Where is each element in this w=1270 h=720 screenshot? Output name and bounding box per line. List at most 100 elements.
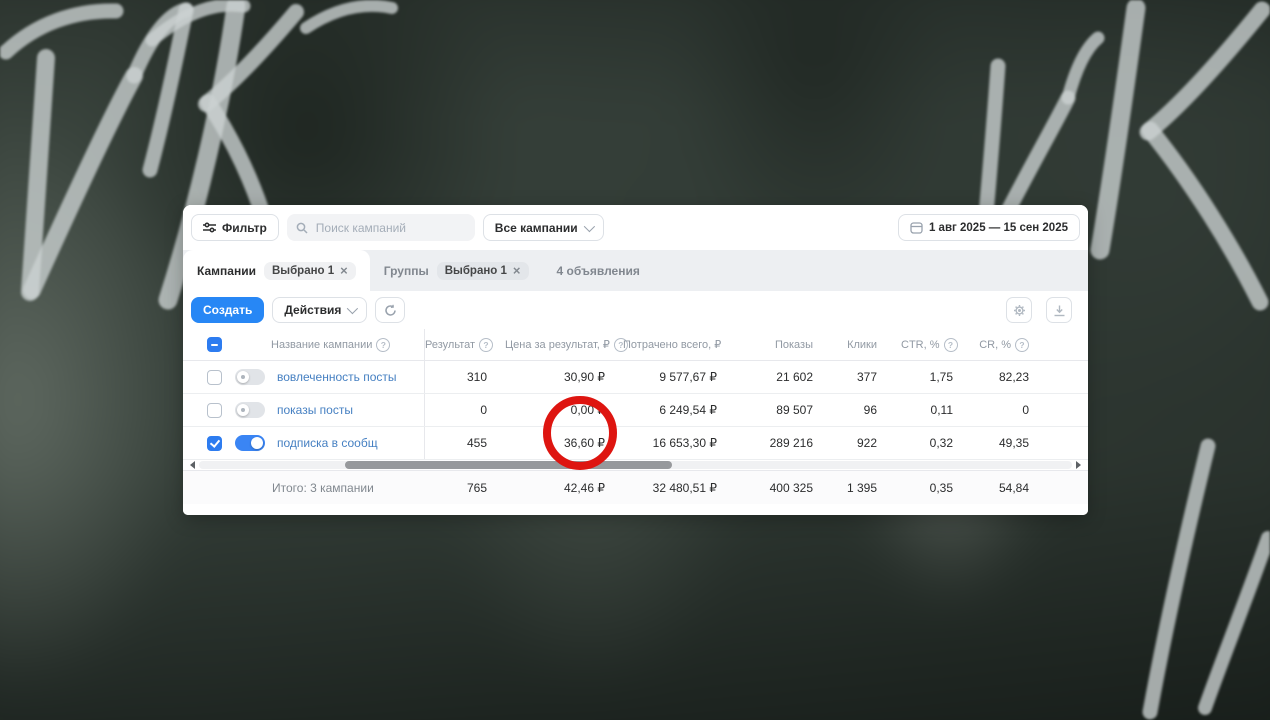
header-cell-ctr[interactable]: CTR, % ? xyxy=(901,338,977,352)
calendar-icon xyxy=(910,221,923,234)
header-cell-clicks[interactable]: Клики xyxy=(831,339,901,351)
entity-tabs: Кампании Выбрано 1 × Группы Выбрано 1 × … xyxy=(183,250,1088,291)
cell-spent: 16 653,30 ₽ xyxy=(623,436,735,450)
tab-campaigns-label: Кампании xyxy=(197,264,256,278)
cell-spent: 6 249,54 ₽ xyxy=(623,403,735,417)
selection-count-label: Выбрано 1 xyxy=(445,265,507,277)
column-header-label: Потрачено всего, ₽ xyxy=(623,339,721,351)
cell-cost-per-result: 0,00 ₽ xyxy=(505,403,623,417)
create-button-label: Создать xyxy=(203,303,252,317)
table-settings-button[interactable] xyxy=(1006,297,1032,323)
search-field[interactable] xyxy=(287,214,475,241)
help-icon[interactable]: ? xyxy=(944,338,958,352)
cell-ctr: 0,32 xyxy=(901,436,977,450)
totals-cr: 54,84 xyxy=(977,481,1059,495)
tab-campaigns[interactable]: Кампании Выбрано 1 × xyxy=(183,250,370,291)
filter-button-label: Фильтр xyxy=(222,221,267,235)
chevron-down-icon xyxy=(347,303,358,314)
scroll-right-arrow-icon[interactable] xyxy=(1076,461,1081,469)
totals-clicks: 1 395 xyxy=(831,481,901,495)
cell-cr: 0 xyxy=(977,403,1059,417)
campaign-status-toggle[interactable] xyxy=(235,402,265,418)
header-cell-cr[interactable]: CR, % ? xyxy=(977,338,1059,352)
cell-cost-per-result: 36,60 ₽ xyxy=(505,436,623,450)
export-download-button[interactable] xyxy=(1046,297,1072,323)
vk-ads-campaigns-panel: Фильтр Все кампании xyxy=(183,205,1088,515)
campaign-name-link[interactable]: подписка в сообщ xyxy=(277,436,378,450)
campaign-status-toggle[interactable] xyxy=(235,369,265,385)
remove-selection-icon[interactable]: × xyxy=(340,266,348,276)
column-header-label: CTR, % xyxy=(901,339,940,351)
help-icon[interactable]: ? xyxy=(479,338,493,352)
header-cell-impressions[interactable]: Показы xyxy=(735,339,831,351)
column-header-label: Результат xyxy=(425,339,475,351)
search-input[interactable] xyxy=(314,220,466,236)
campaign-scope-dropdown[interactable]: Все кампании xyxy=(483,214,604,241)
filter-bar: Фильтр Все кампании xyxy=(183,205,1088,250)
totals-label: Итого: 3 кампании xyxy=(272,481,374,495)
table-row: вовлеченность посты 310 30,90 ₽ 9 577,67… xyxy=(183,361,1088,394)
header-cell-name: Название кампании ? xyxy=(183,329,425,360)
create-button[interactable]: Создать xyxy=(191,297,264,323)
cell-cr: 49,35 xyxy=(977,436,1059,450)
date-range-button[interactable]: 1 авг 2025 — 15 сен 2025 xyxy=(898,214,1080,241)
row-checkbox[interactable] xyxy=(207,436,222,451)
table-header-row: Название кампании ? Результат ? Цена за … xyxy=(183,329,1088,361)
gear-icon xyxy=(1013,304,1026,317)
cell-spent: 9 577,67 ₽ xyxy=(623,370,735,384)
header-cell-cost-per-result[interactable]: Цена за результат, ₽ ? xyxy=(505,338,623,352)
panel-bottom-padding xyxy=(183,504,1088,515)
cell-impressions: 21 602 xyxy=(735,370,831,384)
column-header-label: Цена за результат, ₽ xyxy=(505,338,610,351)
actions-dropdown[interactable]: Действия xyxy=(272,297,367,323)
campaign-status-toggle[interactable] xyxy=(235,435,265,451)
actions-dropdown-label: Действия xyxy=(284,303,341,317)
search-icon xyxy=(296,222,308,234)
scrollbar-thumb[interactable] xyxy=(345,461,672,469)
filter-sliders-icon xyxy=(203,222,216,233)
cell-impressions: 289 216 xyxy=(735,436,831,450)
filter-button[interactable]: Фильтр xyxy=(191,214,279,241)
actions-toolbar: Создать Действия xyxy=(183,291,1088,329)
totals-impressions: 400 325 xyxy=(735,481,831,495)
header-cell-spent[interactable]: Потрачено всего, ₽ xyxy=(623,338,735,351)
help-icon[interactable]: ? xyxy=(376,338,390,352)
campaign-scope-label: Все кампании xyxy=(495,221,578,235)
cell-clicks: 96 xyxy=(831,403,901,417)
tab-ads-label: 4 объявления xyxy=(557,264,640,278)
campaign-name-link[interactable]: вовлеченность посты xyxy=(277,370,397,384)
chevron-down-icon xyxy=(583,220,594,231)
column-header-label: Показы xyxy=(775,339,813,351)
tab-groups[interactable]: Группы Выбрано 1 × xyxy=(370,250,543,291)
table-row: подписка в сообщ 455 36,60 ₽ 16 653,30 ₽… xyxy=(183,427,1088,460)
row-checkbox[interactable] xyxy=(207,403,222,418)
campaign-name-link[interactable]: показы посты xyxy=(277,403,353,417)
totals-ctr: 0,35 xyxy=(901,481,977,495)
screenshot-root: Фильтр Все кампании xyxy=(0,0,1270,720)
totals-result: 765 xyxy=(425,481,505,495)
cell-cost-per-result: 30,90 ₽ xyxy=(505,370,623,384)
header-cell-result[interactable]: Результат ? xyxy=(425,338,505,352)
selection-count-label: Выбрано 1 xyxy=(272,265,334,277)
totals-cost-per-result: 42,46 ₽ xyxy=(505,481,623,495)
row-checkbox[interactable] xyxy=(207,370,222,385)
cell-cr: 82,23 xyxy=(977,370,1059,384)
remove-selection-icon[interactable]: × xyxy=(513,266,521,276)
scroll-left-arrow-icon[interactable] xyxy=(190,461,195,469)
download-icon xyxy=(1053,304,1066,317)
tab-campaigns-selection-badge: Выбрано 1 × xyxy=(264,262,356,280)
refresh-button[interactable] xyxy=(375,297,405,323)
tab-ads[interactable]: 4 объявления xyxy=(543,250,654,291)
date-range-label: 1 авг 2025 — 15 сен 2025 xyxy=(929,222,1068,234)
refresh-icon xyxy=(384,304,397,317)
table-totals-row: Итого: 3 кампании 765 42,46 ₽ 32 480,51 … xyxy=(183,470,1088,504)
help-icon[interactable]: ? xyxy=(1015,338,1029,352)
select-all-checkbox[interactable] xyxy=(207,337,222,352)
cell-result: 455 xyxy=(425,436,505,450)
totals-spent: 32 480,51 ₽ xyxy=(623,481,735,495)
scrollbar-track[interactable] xyxy=(199,461,1072,469)
tab-groups-label: Группы xyxy=(384,264,429,278)
cell-impressions: 89 507 xyxy=(735,403,831,417)
cell-ctr: 1,75 xyxy=(901,370,977,384)
tab-groups-selection-badge: Выбрано 1 × xyxy=(437,262,529,280)
